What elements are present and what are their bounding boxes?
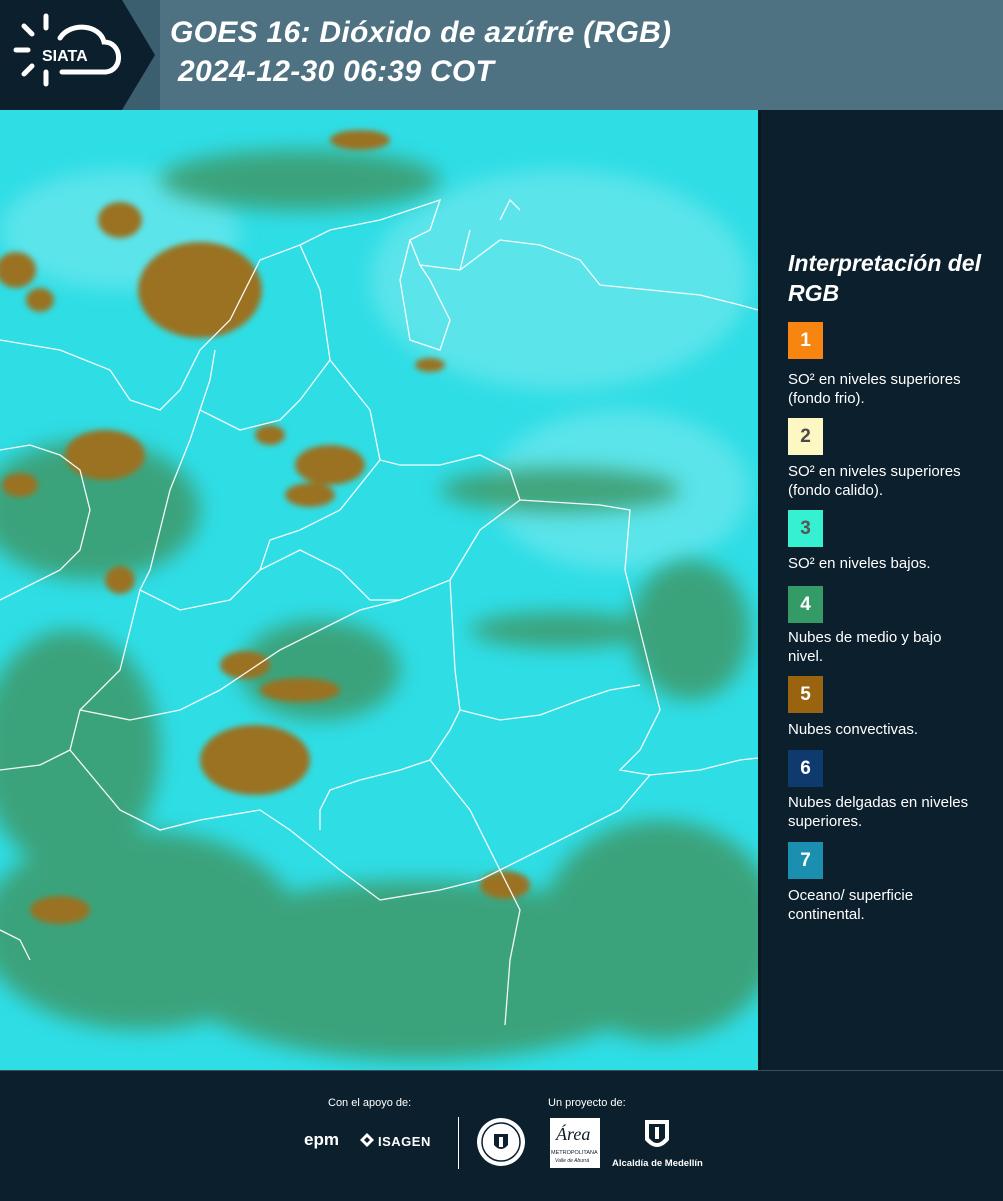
legend-label-3: SO² en niveles bajos. (788, 555, 931, 572)
timestamp: 2024-12-30 06:39 COT (178, 55, 495, 88)
footer-divider (458, 1117, 459, 1169)
siata-logo: SIATA (0, 0, 160, 110)
legend-label-5: Nubes convectivas. (788, 721, 919, 738)
legend-swatch-4: 4 (788, 586, 823, 623)
legend-swatch-2: 2 (788, 418, 823, 455)
isagen-logo: ISAGEN (378, 1134, 431, 1149)
alcaldia-crest-icon (643, 1118, 671, 1154)
legend-label-2: SO² en niveles superiores (fondo calido)… (788, 463, 961, 499)
project-label: Un proyecto de: (548, 1097, 626, 1109)
area-metropolitana-logo: Área METROPOLITANA Valle de Aburrá (550, 1118, 600, 1168)
isagen-icon (360, 1133, 374, 1147)
alcaldia-label: Alcaldía de Medellín (612, 1158, 703, 1169)
legend-swatch-3: 3 (788, 510, 823, 547)
legend-label-1: SO² en niveles superiores (fondo frio). (788, 371, 961, 407)
legend-label-6: Nubes delgadas en niveles superiores. (788, 794, 969, 830)
page-title: GOES 16: Dióxido de azúfre (RGB) (170, 16, 672, 49)
legend-label-7: Oceano/ superficie continental. (788, 887, 914, 923)
svg-text:SIATA: SIATA (42, 48, 88, 65)
support-label: Con el apoyo de: (328, 1097, 412, 1109)
legend-swatch-6: 6 (788, 750, 823, 787)
legend-swatch-1: 1 (788, 322, 823, 359)
medellin-seal-icon (476, 1117, 526, 1167)
epm-logo: epm (304, 1130, 339, 1149)
satellite-image (0, 110, 758, 1070)
legend-swatch-7: 7 (788, 842, 823, 879)
legend-swatch-5: 5 (788, 676, 823, 713)
header-bar: SIATA GOES 16: Dióxido de azúfre (RGB) 2… (0, 0, 1003, 110)
legend-label-4: Nubes de medio y bajo nivel. (788, 629, 942, 665)
legend-title: Interpretación del RGB (788, 250, 981, 306)
map-divider (758, 110, 761, 1070)
